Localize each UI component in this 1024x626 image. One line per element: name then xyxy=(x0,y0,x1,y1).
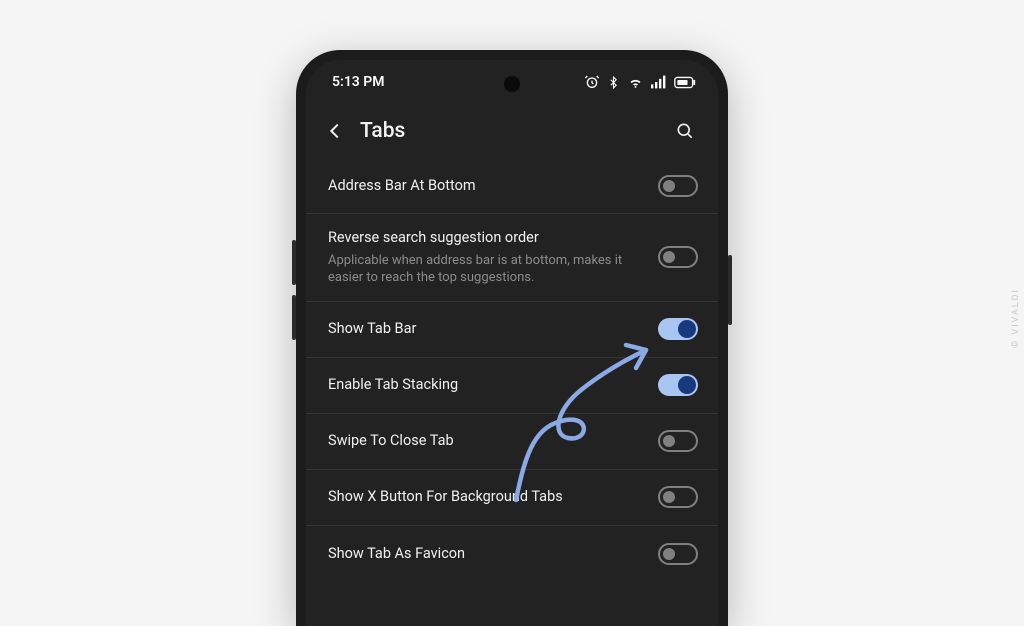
setting-text: Enable Tab Stacking xyxy=(328,375,658,395)
setting-row-reverse_suggestions[interactable]: Reverse search suggestion order Applicabl… xyxy=(306,214,718,302)
alarm-icon xyxy=(584,74,600,90)
search-icon xyxy=(675,121,695,141)
toggle-reverse_suggestions[interactable] xyxy=(658,246,698,268)
battery-icon xyxy=(674,76,696,89)
search-button[interactable] xyxy=(668,114,702,148)
toggle-swipe_close[interactable] xyxy=(658,430,698,452)
setting-title: Reverse search suggestion order xyxy=(328,228,644,248)
toggle-show_tab_favicon[interactable] xyxy=(658,543,698,565)
page-title: Tabs xyxy=(360,119,405,143)
phone-frame: 5:13 PM xyxy=(296,50,728,626)
setting-title: Address Bar At Bottom xyxy=(328,176,644,196)
volume-up-button xyxy=(292,240,296,285)
setting-row-enable_tab_stacking[interactable]: Enable Tab Stacking xyxy=(306,358,718,414)
setting-title: Enable Tab Stacking xyxy=(328,375,644,395)
screen: 5:13 PM xyxy=(306,60,718,626)
setting-text: Show X Button For Background Tabs xyxy=(328,487,658,507)
setting-title: Show Tab As Favicon xyxy=(328,544,644,564)
volume-down-button xyxy=(292,295,296,340)
back-button[interactable] xyxy=(318,114,352,148)
status-icons xyxy=(584,74,696,90)
status-time: 5:13 PM xyxy=(332,74,385,90)
setting-row-show_x_bg_tabs[interactable]: Show X Button For Background Tabs xyxy=(306,470,718,526)
wifi-icon xyxy=(627,75,644,90)
setting-text: Swipe To Close Tab xyxy=(328,431,658,451)
setting-title: Swipe To Close Tab xyxy=(328,431,644,451)
setting-title: Show X Button For Background Tabs xyxy=(328,487,644,507)
chevron-left-icon xyxy=(324,120,346,142)
setting-row-show_tab_favicon[interactable]: Show Tab As Favicon xyxy=(306,526,718,582)
toggle-address_bar_bottom[interactable] xyxy=(658,175,698,197)
settings-list[interactable]: Address Bar At Bottom Reverse search sugg… xyxy=(306,158,718,626)
setting-text: Reverse search suggestion order Applicabl… xyxy=(328,228,658,287)
bluetooth-icon xyxy=(607,75,620,90)
signal-icon xyxy=(651,75,667,89)
toggle-enable_tab_stacking[interactable] xyxy=(658,374,698,396)
setting-row-show_tab_bar[interactable]: Show Tab Bar xyxy=(306,302,718,358)
setting-subtitle: Applicable when address bar is at bottom… xyxy=(328,252,644,287)
setting-text: Address Bar At Bottom xyxy=(328,176,658,196)
setting-row-address_bar_bottom[interactable]: Address Bar At Bottom xyxy=(306,158,718,214)
camera-hole xyxy=(504,76,520,92)
power-button xyxy=(728,255,732,325)
setting-text: Show Tab As Favicon xyxy=(328,544,658,564)
watermark: © VIVALDI xyxy=(1011,288,1021,348)
appbar: Tabs xyxy=(306,104,718,158)
toggle-show_x_bg_tabs[interactable] xyxy=(658,486,698,508)
setting-text: Show Tab Bar xyxy=(328,319,658,339)
setting-row-swipe_close[interactable]: Swipe To Close Tab xyxy=(306,414,718,470)
setting-title: Show Tab Bar xyxy=(328,319,644,339)
toggle-show_tab_bar[interactable] xyxy=(658,318,698,340)
